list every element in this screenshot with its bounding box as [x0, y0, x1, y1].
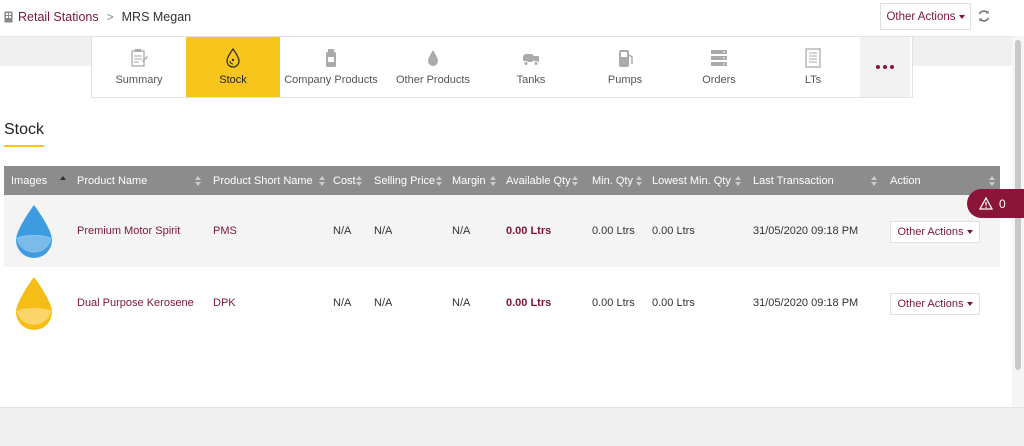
other-actions-button[interactable]: Other Actions [880, 3, 971, 30]
row-other-actions-button[interactable]: Other Actions [890, 293, 980, 315]
min-qty-value: 0.00 Ltrs [592, 297, 635, 309]
sort-icon[interactable] [195, 176, 201, 186]
tab-orders-label: Orders [702, 74, 736, 86]
tab-tanks-label: Tanks [516, 74, 546, 86]
section-title: Stock [4, 121, 45, 138]
tab-bar: Summary Stock Company Products Other Pro… [91, 36, 913, 98]
tab-lts-label: LTs [804, 74, 822, 86]
tanker-truck-icon [523, 54, 539, 66]
col-cost[interactable]: Cost [333, 166, 356, 195]
row-other-actions-label: Other Actions [897, 298, 964, 310]
sort-icon[interactable] [871, 176, 877, 186]
sort-icon[interactable] [319, 176, 325, 186]
building-icon [4, 11, 13, 23]
sort-icon[interactable] [490, 176, 496, 186]
col-selling-price[interactable]: Selling Price [374, 166, 435, 195]
product-name-link[interactable]: Dual Purpose Kerosene [77, 267, 194, 339]
more-tabs-button[interactable] [860, 37, 910, 97]
tab-summary[interactable]: Summary [92, 37, 186, 97]
lowest-min-qty-value: 0.00 Ltrs [652, 297, 695, 309]
oil-drop-icon [226, 48, 240, 68]
table-row: Premium Motor Spirit PMS N/A N/A N/A 0.0… [4, 195, 1000, 267]
caret-down-icon [958, 14, 965, 19]
col-margin[interactable]: Margin [452, 166, 486, 195]
min-qty-value: 0.00 Ltrs [592, 225, 635, 237]
tab-other-products-label: Other Products [396, 74, 470, 86]
tab-summary-label: Summary [115, 74, 163, 86]
last-transaction-value: 31/05/2020 09:18 PM [753, 297, 859, 309]
product-short-name: PMS [213, 225, 237, 237]
breadcrumb: Retail Stations > MRS Megan [4, 10, 191, 24]
bottle-icon [326, 49, 336, 67]
sort-icon[interactable] [989, 176, 995, 186]
breadcrumb-retail-stations[interactable]: Retail Stations [18, 10, 99, 24]
col-available-qty[interactable]: Available Qty [506, 166, 571, 195]
selling-price-value: N/A [374, 297, 393, 309]
refresh-icon[interactable] [977, 9, 991, 23]
col-action[interactable]: Action [890, 166, 921, 195]
last-transaction-value: 31/05/2020 09:18 PM [753, 225, 859, 237]
warning-icon [979, 197, 993, 210]
col-product-short-name[interactable]: Product Short Name [213, 166, 313, 195]
col-min-qty[interactable]: Min. Qty [592, 166, 633, 195]
clipboard-icon [131, 49, 148, 67]
title-underline [4, 145, 44, 147]
sort-asc-icon[interactable] [60, 176, 66, 186]
tab-pumps[interactable]: Pumps [578, 37, 672, 97]
dual-purpose-kerosene-image [16, 277, 52, 330]
tab-other-products[interactable]: Other Products [382, 37, 484, 97]
col-product-name[interactable]: Product Name [77, 166, 147, 195]
alert-badge[interactable]: 0 [967, 189, 1024, 218]
margin-value: N/A [452, 297, 471, 309]
sort-icon[interactable] [356, 176, 362, 186]
tab-company-products-label: Company Products [284, 74, 378, 86]
tab-stock[interactable]: Stock [186, 37, 280, 97]
sort-icon[interactable] [572, 176, 578, 186]
table-row: Dual Purpose Kerosene DPK N/A N/A N/A 0.… [4, 267, 1000, 339]
footer-band [0, 407, 1024, 446]
product-short-name: DPK [213, 297, 236, 309]
product-name-link[interactable]: Premium Motor Spirit [77, 195, 180, 267]
tab-company-products[interactable]: Company Products [280, 37, 382, 97]
available-qty-value: 0.00 Ltrs [506, 297, 552, 309]
caret-down-icon [966, 230, 973, 234]
row-other-actions-label: Other Actions [897, 226, 964, 238]
breadcrumb-current: MRS Megan [121, 10, 192, 24]
stock-table: Images Product Name Product Short Name C… [4, 166, 1000, 339]
table-header: Images Product Name Product Short Name C… [4, 166, 1000, 195]
server-icon [711, 50, 727, 66]
col-lowest-min-qty[interactable]: Lowest Min. Qty [652, 166, 731, 195]
available-qty-value: 0.00 Ltrs [506, 225, 552, 237]
top-bar: Retail Stations > MRS Megan Other Action… [0, 0, 1024, 36]
tab-orders[interactable]: Orders [672, 37, 766, 97]
caret-down-icon [966, 302, 973, 306]
sort-icon[interactable] [636, 176, 642, 186]
selling-price-value: N/A [374, 225, 393, 237]
fuel-pump-icon [619, 50, 633, 67]
premium-motor-spirit-image [16, 205, 52, 258]
sort-icon[interactable] [436, 176, 442, 186]
chevron-right-icon: > [106, 10, 114, 24]
row-other-actions-button[interactable]: Other Actions [890, 221, 980, 243]
more-dots-icon [876, 65, 894, 69]
alert-count: 0 [999, 196, 1006, 211]
cost-value: N/A [333, 297, 352, 309]
cost-value: N/A [333, 225, 352, 237]
tab-pumps-label: Pumps [607, 74, 643, 86]
list-icon [805, 48, 821, 68]
tab-tanks[interactable]: Tanks [484, 37, 578, 97]
tab-stock-label: Stock [219, 74, 247, 86]
sort-icon[interactable] [735, 176, 741, 186]
tab-lts[interactable]: LTs [766, 37, 860, 97]
drop-icon [428, 50, 438, 66]
margin-value: N/A [452, 225, 471, 237]
col-last-transaction[interactable]: Last Transaction [753, 166, 834, 195]
other-actions-label: Other Actions [886, 10, 956, 23]
lowest-min-qty-value: 0.00 Ltrs [652, 225, 695, 237]
col-images[interactable]: Images [11, 166, 47, 195]
